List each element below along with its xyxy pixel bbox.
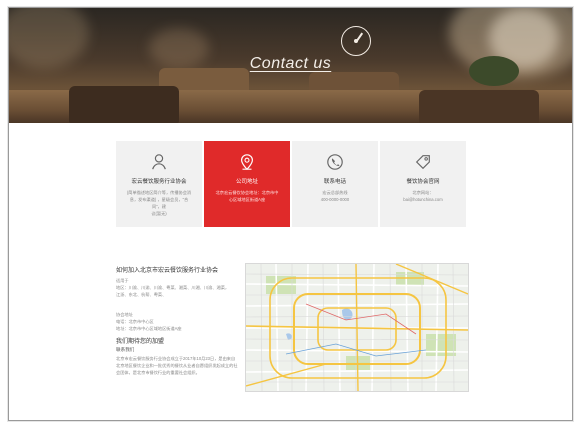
join-info: 如何加入北京市宏云餐饮服务行业协会 适用于 地区：川渝、川渝、川渝、粤菜、湘菜、… <box>116 265 238 376</box>
card-address[interactable]: 公司地址 北京宏云餐饮协会地址：北京市中 心区域地区街道A座 <box>204 141 290 227</box>
hero-banner: Contact us <box>9 8 572 123</box>
page-frame: Contact us 宏云餐饮服务行业协会 (简单描述地区简介等，传播协会消息，… <box>8 7 573 421</box>
card-phone[interactable]: 联系电话 宏云总部热线 400-0000-0000 <box>292 141 378 227</box>
join-line: 地区：川渝、川渝、川渝、粤菜、湘菜、川湘、川渝、湘菜， <box>116 285 230 290</box>
card-desc: 宏云总部热线 400-0000-0000 <box>320 190 350 202</box>
join-sub: 适用于 <box>116 278 129 283</box>
card-title: 宏云餐饮服务行业协会 <box>131 179 187 185</box>
card-title: 餐饮协会官网 <box>406 179 440 185</box>
card-association[interactable]: 宏云餐饮服务行业协会 (简单描述地区简介等，传播协会消息，发布渠道) ，星级会员… <box>116 141 202 227</box>
welcome-title: 我们期待您的加盟 <box>116 339 165 345</box>
body-line: 会团体，是北京市餐饮行业的重要社会组织。 <box>116 370 200 375</box>
join-title: 如何加入北京市宏云餐饮服务行业协会 <box>116 268 219 274</box>
page-title: Contact us <box>249 55 332 72</box>
card-title: 公司地址 <box>235 179 258 185</box>
map-canvas <box>246 264 468 391</box>
contact-line: 电话：北京市中心区 <box>116 319 154 324</box>
contact-label: 协会地址 <box>116 312 133 317</box>
tag-icon <box>414 153 432 171</box>
body-line: 北京市宏云餐饮服务行业协会成立于2017年10月23日，是由来自 <box>116 356 236 361</box>
contact-line: 地址：北京市中心区域地区街道A座 <box>116 326 182 331</box>
clock-icon <box>341 26 371 56</box>
card-title: 联系电话 <box>323 179 346 185</box>
location-pin-icon <box>238 153 256 171</box>
card-desc: 北京宏云餐饮协会地址：北京市中 心区域地区街道A座 <box>215 190 279 202</box>
card-website[interactable]: 餐饮协会官网 北京网站： bai@hotunchina.com <box>380 141 466 227</box>
card-desc: 北京网站： bai@hotunchina.com <box>403 190 443 202</box>
contact-cards: 宏云餐饮服务行业协会 (简单描述地区简介等，传播协会消息，发布渠道) ，星级会员… <box>116 141 466 227</box>
card-desc: (简单描述地区简介等，传播协会消息，发布渠道) ，星级会员，“合同”，建 议(暂无… <box>126 190 192 216</box>
city-map[interactable] <box>245 263 469 392</box>
body-line: 北京地区餐饮企业和一批优秀的餐饮从业者自愿组织发起成立的社 <box>116 363 238 368</box>
person-icon <box>150 153 168 171</box>
contact-us-label: 联系我们 <box>116 347 135 352</box>
phone-icon <box>326 153 344 171</box>
join-line: 江浙、东北、杭帮、粤菜、 <box>116 292 167 297</box>
